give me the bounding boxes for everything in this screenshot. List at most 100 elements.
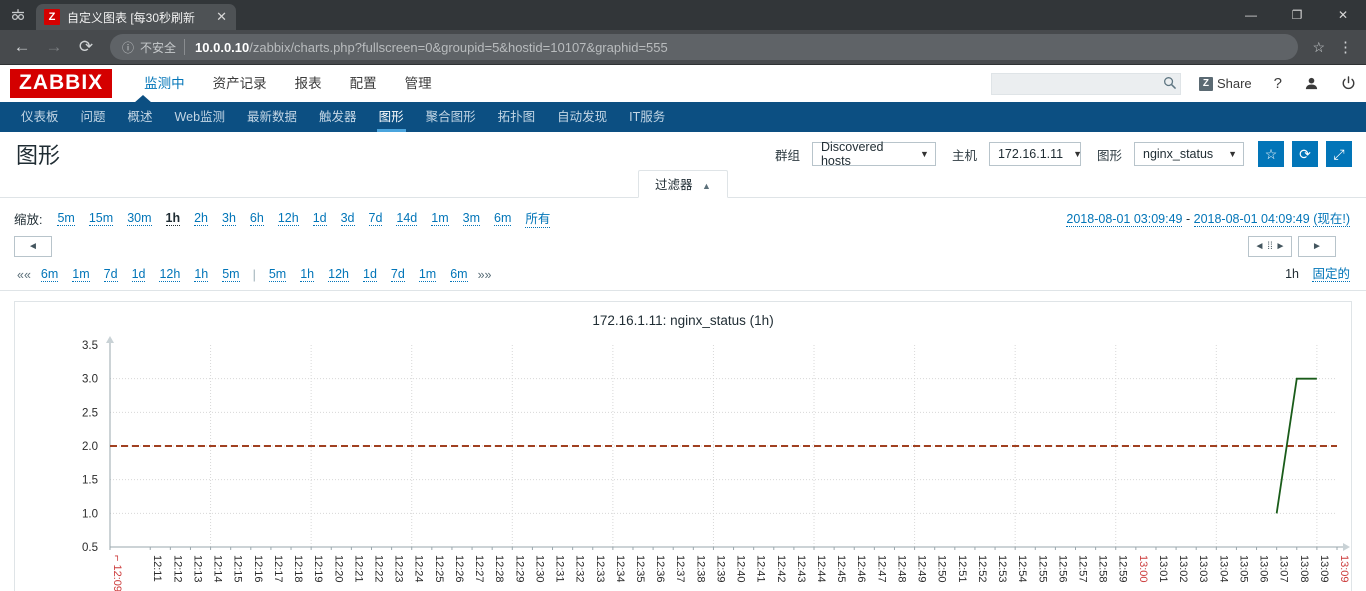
forward-icon[interactable]: → xyxy=(40,33,68,61)
user-profile-icon[interactable] xyxy=(1304,76,1319,91)
nav-back-7d[interactable]: 7d xyxy=(103,267,118,282)
subnav-latest-data[interactable]: 最新数据 xyxy=(236,102,308,132)
svg-text:12:58: 12:58 xyxy=(1097,555,1109,583)
nav-fwd-12h[interactable]: 12h xyxy=(328,267,349,282)
slider-left-button[interactable]: ◄ xyxy=(14,236,52,257)
zoom-1d[interactable]: 1d xyxy=(312,211,327,226)
filter-tab-row: 过滤器 ▲ xyxy=(0,170,1366,198)
subnav-screens[interactable]: 聚合图形 xyxy=(415,102,487,132)
svg-text:12:18: 12:18 xyxy=(292,555,304,583)
nav-back-12h[interactable]: 12h xyxy=(159,267,181,282)
nav-fwd-1m[interactable]: 1m xyxy=(418,267,437,282)
svg-text:12:14: 12:14 xyxy=(212,555,224,583)
browser-menu-icon[interactable]: ⋮ xyxy=(1333,38,1358,56)
nav-fwd-1h[interactable]: 1h xyxy=(300,267,315,282)
zoom-3m[interactable]: 3m xyxy=(462,211,481,226)
nav-back-1h[interactable]: 1h xyxy=(194,267,209,282)
subnav-graphs[interactable]: 图形 xyxy=(368,102,415,132)
range-from[interactable]: 2018-08-01 03:09:49 xyxy=(1066,212,1183,227)
zoom-3h[interactable]: 3h xyxy=(222,211,236,226)
zoom-7d[interactable]: 7d xyxy=(368,211,383,226)
close-window-button[interactable]: ✕ xyxy=(1320,0,1366,30)
zabbix-favicon: Z xyxy=(44,9,60,25)
nav-fwd-5m[interactable]: 5m xyxy=(268,267,287,282)
minimize-button[interactable]: — xyxy=(1228,0,1274,30)
slider-grip[interactable]: ◄ ⁞⁞ ► xyxy=(1248,236,1292,257)
nav-back-5m[interactable]: 5m xyxy=(222,267,240,282)
help-icon[interactable]: ? xyxy=(1274,75,1282,92)
nav-back-1d[interactable]: 1d xyxy=(131,267,146,282)
refresh-button[interactable]: ⟳ xyxy=(1292,141,1318,167)
zoom-6m[interactable]: 6m xyxy=(494,211,512,226)
zoom-6h[interactable]: 6h xyxy=(249,211,264,226)
share-button[interactable]: Z Share xyxy=(1198,76,1252,91)
fullscreen-button[interactable]: ⤢ xyxy=(1326,141,1352,167)
zoom-2h[interactable]: 2h xyxy=(194,211,209,226)
host-select[interactable]: 172.16.1.11 ▼ xyxy=(988,142,1082,166)
browser-tab[interactable]: Z 自定义图表 [每30秒刷新 ✕ xyxy=(36,4,236,30)
nav-back-6m[interactable]: 6m xyxy=(40,267,59,282)
zoom-all[interactable]: 所有 xyxy=(525,208,551,228)
graph-select[interactable]: nginx_status ▼ xyxy=(1134,142,1244,166)
subnav-discovery[interactable]: 自动发现 xyxy=(546,102,618,132)
zoom-14d[interactable]: 14d xyxy=(396,211,418,226)
svg-text:12:13: 12:13 xyxy=(191,555,203,583)
fixed-period-toggle[interactable]: 固定的 xyxy=(1312,267,1350,282)
chart-svg[interactable]: 0.5 1.0 1.5 2.0 2.5 3.0 3.5 ⌐ 12:09 12:11 12:12 12… xyxy=(15,330,1351,591)
subnav-maps[interactable]: 拓扑图 xyxy=(487,102,547,132)
back-icon[interactable]: ← xyxy=(8,33,36,61)
address-bar[interactable]: ⓘ 不安全 10.0.0.10/zabbix/charts.php?fullsc… xyxy=(110,34,1299,60)
chevron-down-icon: ▼ xyxy=(920,149,929,159)
search-input[interactable] xyxy=(999,75,1163,92)
subnav-it-services[interactable]: IT服务 xyxy=(618,102,676,132)
zabbix-logo[interactable]: ZABBIX xyxy=(10,69,113,98)
range-to[interactable]: 2018-08-01 04:09:49 xyxy=(1193,212,1310,227)
reload-icon[interactable]: ⟳ xyxy=(72,33,100,61)
zabbix-header: ZABBIX 监测中 资产记录 报表 配置 管理 Z Share ? xyxy=(0,65,1366,102)
nav-configuration[interactable]: 配置 xyxy=(336,65,391,102)
info-icon[interactable]: ⓘ xyxy=(122,39,134,56)
svg-text:12:49: 12:49 xyxy=(916,555,928,583)
zoom-5m[interactable]: 5m xyxy=(57,211,75,226)
tab-search-icon[interactable] xyxy=(0,0,36,30)
zoom-3d[interactable]: 3d xyxy=(340,211,355,226)
nav-fwd-7d[interactable]: 7d xyxy=(390,267,405,282)
filter-toggle-tab[interactable]: 过滤器 ▲ xyxy=(638,170,728,198)
range-now-label[interactable]: (现在!) xyxy=(1313,212,1350,227)
nav-reports[interactable]: 报表 xyxy=(281,65,336,102)
zoom-1h[interactable]: 1h xyxy=(165,211,181,226)
zoom-label: 缩放: xyxy=(14,212,43,227)
slider-right-button[interactable]: ► xyxy=(1298,236,1336,257)
nav-last[interactable]: »» xyxy=(478,268,492,282)
subnav-problems[interactable]: 问题 xyxy=(70,102,117,132)
svg-text:12:54: 12:54 xyxy=(1016,555,1028,583)
omnibox-divider xyxy=(184,39,186,55)
close-tab-icon[interactable]: ✕ xyxy=(213,9,230,25)
zoom-1m[interactable]: 1m xyxy=(431,211,449,226)
zoom-15m[interactable]: 15m xyxy=(88,211,114,226)
svg-text:12:59: 12:59 xyxy=(1117,555,1129,583)
subnav-web[interactable]: Web监测 xyxy=(164,102,236,132)
nav-back-1m[interactable]: 1m xyxy=(72,267,90,282)
add-favorite-button[interactable]: ☆ xyxy=(1258,141,1284,167)
subnav-triggers[interactable]: 触发器 xyxy=(308,102,368,132)
power-signout-icon[interactable] xyxy=(1341,76,1356,91)
zoom-30m[interactable]: 30m xyxy=(127,211,152,226)
chart-plot[interactable]: 0.5 1.0 1.5 2.0 2.5 3.0 3.5 ⌐ 12:09 12:11 12:12 12… xyxy=(15,330,1351,591)
nav-inventory[interactable]: 资产记录 xyxy=(199,65,281,102)
nav-fwd-6m[interactable]: 6m xyxy=(450,267,468,282)
subnav-dashboard[interactable]: 仪表板 xyxy=(10,102,70,132)
nav-first[interactable]: «« xyxy=(17,268,31,282)
search-icon[interactable] xyxy=(1163,76,1176,92)
subnav-overview[interactable]: 概述 xyxy=(117,102,164,132)
group-select[interactable]: Discovered hosts ▼ xyxy=(811,140,936,168)
maximize-button[interactable]: ❐ xyxy=(1274,0,1320,30)
global-search[interactable] xyxy=(990,72,1181,95)
nav-fwd-1d[interactable]: 1d xyxy=(363,267,377,282)
nav-administration[interactable]: 管理 xyxy=(391,65,446,102)
bookmark-star-icon[interactable]: ☆ xyxy=(1304,39,1333,56)
svg-text:12:20: 12:20 xyxy=(332,555,344,583)
svg-text:12:21: 12:21 xyxy=(352,555,364,583)
url-text: 10.0.0.10/zabbix/charts.php?fullscreen=0… xyxy=(195,40,668,55)
zoom-12h[interactable]: 12h xyxy=(277,211,299,226)
